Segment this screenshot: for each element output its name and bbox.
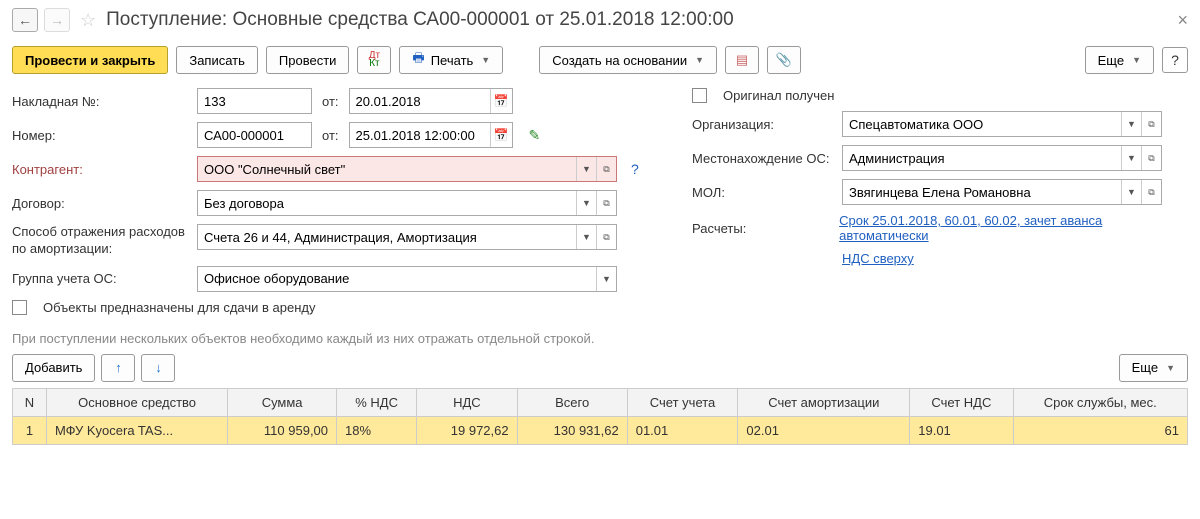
document-icon: ▤ (736, 52, 748, 68)
close-icon[interactable]: × (1177, 10, 1188, 31)
cell-accvat[interactable]: 19.01 (910, 416, 1013, 444)
th-vat[interactable]: НДС (417, 388, 517, 416)
contractor-input[interactable] (198, 157, 576, 181)
chevron-down-icon: ▼ (695, 55, 704, 65)
nav-back-button[interactable]: ← (12, 8, 38, 32)
arrow-down-icon: ↓ (155, 360, 162, 375)
print-button[interactable]: 🖶 Печать ▼ (399, 46, 503, 74)
invoice-date-input[interactable] (350, 89, 490, 113)
from-label-2: от: (322, 128, 339, 143)
os-group-input[interactable] (198, 267, 596, 291)
th-total[interactable]: Всего (517, 388, 627, 416)
contractor-label: Контрагент: (12, 162, 187, 177)
th-sum[interactable]: Сумма (228, 388, 337, 416)
vat-link[interactable]: НДС сверху (842, 251, 914, 266)
th-acc[interactable]: Счет учета (627, 388, 738, 416)
cell-accamort[interactable]: 02.01 (738, 416, 910, 444)
mol-label: МОЛ: (692, 185, 832, 200)
post-button[interactable]: Провести (266, 46, 350, 74)
chevron-down-icon: ▼ (481, 55, 490, 65)
open-icon[interactable]: ⧉ (596, 191, 616, 215)
dtkt-icon: ДтКт (369, 52, 380, 68)
location-input[interactable] (843, 146, 1121, 170)
add-row-button[interactable]: Добавить (12, 354, 95, 382)
open-icon[interactable]: ⧉ (1141, 146, 1161, 170)
expense-method-input[interactable] (198, 225, 576, 249)
help-button[interactable]: ? (1162, 47, 1188, 73)
cell-n[interactable]: 1 (13, 416, 47, 444)
open-icon[interactable]: ⧉ (596, 157, 616, 181)
table-row[interactable]: 1 МФУ Kyocera TAS... 110 959,00 18% 19 9… (13, 416, 1188, 444)
chevron-down-icon: ▼ (1166, 363, 1175, 373)
invoice-no-input[interactable] (197, 88, 312, 114)
doc-date-input[interactable] (350, 123, 490, 147)
calendar-icon[interactable]: 📅 (490, 123, 512, 147)
favorite-icon[interactable]: ☆ (80, 10, 96, 31)
attach-button[interactable]: 📎 (767, 46, 801, 74)
chevron-down-icon[interactable]: ▼ (1121, 146, 1141, 170)
invoice-label: Накладная №: (12, 94, 187, 109)
cell-total[interactable]: 130 931,62 (517, 416, 627, 444)
calc-link[interactable]: Срок 25.01.2018, 60.01, 60.02, зачет ава… (839, 213, 1188, 243)
more-button[interactable]: Еще ▼ (1085, 46, 1154, 74)
calendar-icon[interactable]: 📅 (490, 89, 512, 113)
rent-checkbox[interactable] (12, 300, 27, 315)
chevron-down-icon[interactable]: ▼ (1121, 112, 1141, 136)
expense-method-label: Способ отражения расходов по амортизации… (12, 224, 187, 258)
move-down-button[interactable]: ↓ (141, 354, 175, 382)
th-life[interactable]: Срок службы, мес. (1013, 388, 1188, 416)
chevron-down-icon[interactable]: ▼ (576, 191, 596, 215)
hint-text: При поступлении нескольких объектов необ… (12, 331, 1188, 346)
th-accvat[interactable]: Счет НДС (910, 388, 1013, 416)
from-label: от: (322, 94, 339, 109)
paperclip-icon: 📎 (776, 52, 792, 68)
chevron-down-icon[interactable]: ▼ (576, 157, 596, 181)
cell-life[interactable]: 61 (1013, 416, 1188, 444)
move-up-button[interactable]: ↑ (101, 354, 135, 382)
th-asset[interactable]: Основное средство (47, 388, 228, 416)
nav-forward-button[interactable]: → (44, 8, 70, 32)
reports-button[interactable]: ▤ (725, 46, 759, 74)
th-vatpct[interactable]: % НДС (337, 388, 417, 416)
calc-label: Расчеты: (692, 221, 829, 236)
chevron-down-icon: ▼ (1132, 55, 1141, 65)
chevron-down-icon[interactable]: ▼ (596, 267, 616, 291)
cell-acc[interactable]: 01.01 (627, 416, 738, 444)
print-icon: 🖶 (412, 49, 424, 71)
contract-input[interactable] (198, 191, 576, 215)
contract-label: Договор: (12, 196, 187, 211)
chevron-down-icon[interactable]: ▼ (576, 225, 596, 249)
table-more-button[interactable]: Еще ▼ (1119, 354, 1188, 382)
number-label: Номер: (12, 128, 187, 143)
contractor-help-icon[interactable]: ? (631, 161, 639, 177)
cell-vat[interactable]: 19 972,62 (417, 416, 517, 444)
open-icon[interactable]: ⧉ (1141, 180, 1161, 204)
dtkt-button[interactable]: ДтКт (357, 46, 391, 74)
page-title: Поступление: Основные средства СА00-0000… (106, 9, 734, 31)
number-input[interactable] (197, 122, 312, 148)
original-label: Оригинал получен (723, 88, 834, 103)
rent-checkbox-label: Объекты предназначены для сдачи в аренду (43, 300, 315, 315)
open-icon[interactable]: ⧉ (1141, 112, 1161, 136)
mol-input[interactable] (843, 180, 1121, 204)
cell-asset[interactable]: МФУ Kyocera TAS... (47, 416, 228, 444)
cell-sum[interactable]: 110 959,00 (228, 416, 337, 444)
os-group-label: Группа учета ОС: (12, 271, 187, 286)
save-button[interactable]: Записать (176, 46, 258, 74)
th-n[interactable]: N (13, 388, 47, 416)
cell-vatpct[interactable]: 18% (337, 416, 417, 444)
th-accamort[interactable]: Счет амортизации (738, 388, 910, 416)
org-label: Организация: (692, 117, 832, 132)
org-input[interactable] (843, 112, 1121, 136)
chevron-down-icon[interactable]: ▼ (1121, 180, 1141, 204)
assets-table: N Основное средство Сумма % НДС НДС Всег… (12, 388, 1188, 445)
original-checkbox[interactable] (692, 88, 707, 103)
post-and-close-button[interactable]: Провести и закрыть (12, 46, 168, 74)
location-label: Местонахождение ОС: (692, 151, 832, 166)
create-based-button[interactable]: Создать на основании ▼ (539, 46, 717, 74)
checkmark-icon[interactable]: ✎ (529, 127, 541, 144)
open-icon[interactable]: ⧉ (596, 225, 616, 249)
arrow-up-icon: ↑ (115, 360, 122, 375)
